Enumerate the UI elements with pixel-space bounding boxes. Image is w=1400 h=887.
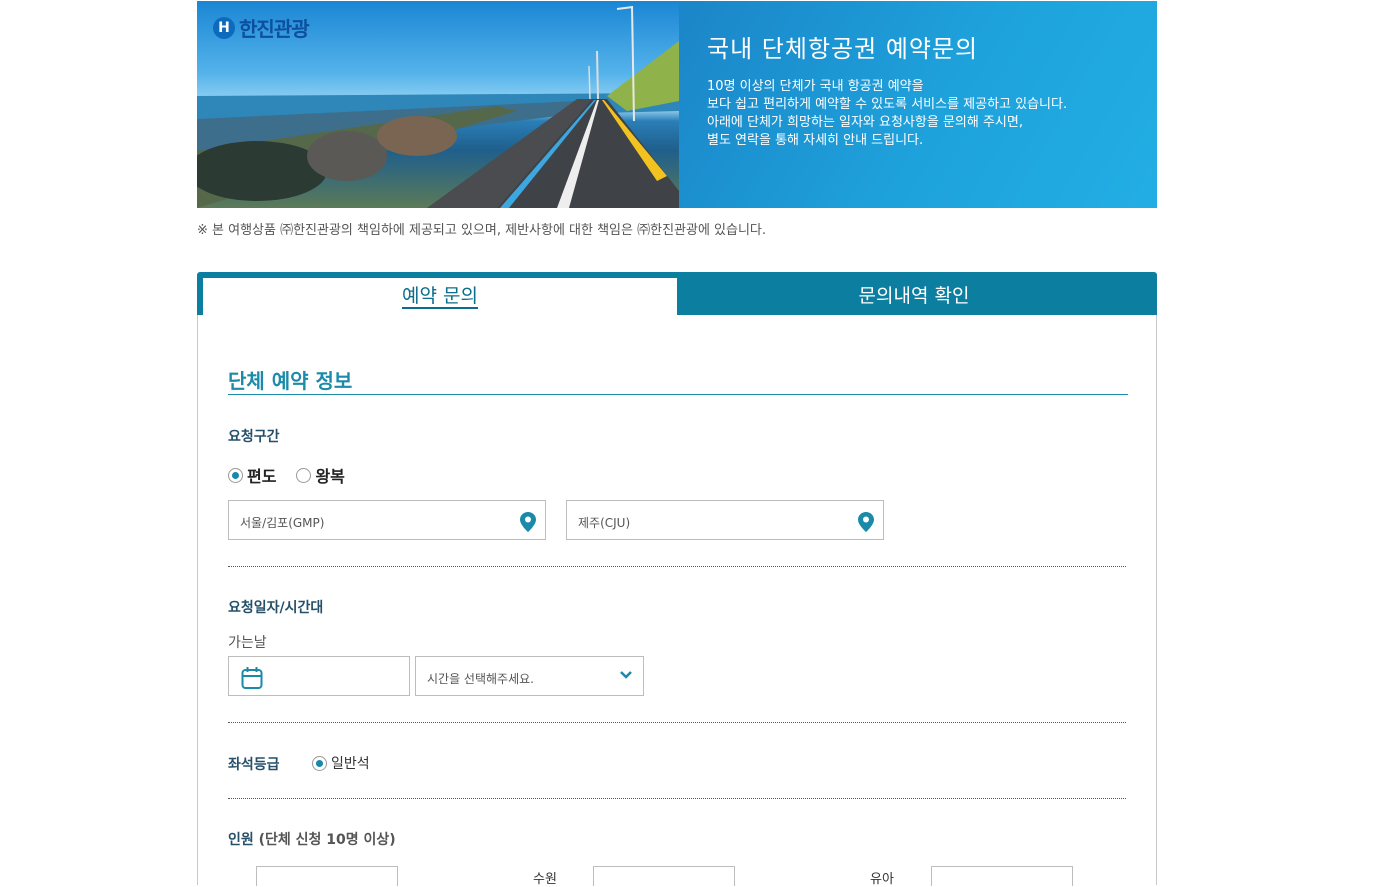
hero-banner: H 한진관광 국내 단체항공권 예약문의 10명 이상의 단체가 국내 항공권 … — [197, 1, 1157, 208]
map-pin-icon[interactable] — [858, 512, 874, 532]
oneway-label: 편도 — [247, 467, 277, 486]
coastal-road-image: H 한진관광 — [197, 1, 679, 208]
roundtrip-label: 왕복 — [315, 467, 345, 486]
banner-info-panel: 국내 단체항공권 예약문의 10명 이상의 단체가 국내 항공권 예약을 보다 … — [679, 1, 1157, 208]
dotted-divider — [228, 722, 1126, 723]
roundtrip-radio[interactable]: 왕복 — [296, 463, 345, 487]
radio-checked-icon — [228, 467, 243, 483]
date-label: 요청일자/시간대 — [228, 600, 324, 616]
departure-value: 서울/김포(GMP) — [240, 516, 325, 530]
section-divider — [228, 394, 1128, 395]
seat-option-label: 일반석 — [331, 756, 370, 772]
page-title: 국내 단체항공권 예약문의 — [707, 35, 979, 63]
oneway-radio[interactable]: 편도 — [228, 463, 276, 487]
time-select[interactable]: 시간을 선택해주세요. — [415, 656, 644, 696]
depart-day-label: 가는날 — [228, 635, 267, 651]
banner-desc-line: 별도 연락을 통해 자세히 안내 드립니다. — [707, 133, 924, 148]
seat-class-radio[interactable]: 일반석 — [312, 753, 370, 773]
time-placeholder: 시간을 선택해주세요. — [427, 672, 534, 686]
radio-unchecked-icon — [296, 467, 312, 483]
arrival-field[interactable]: 제주(CJU) — [566, 500, 884, 540]
trip-type-group: 편도 왕복 — [228, 463, 365, 487]
child-label: 수원 — [533, 872, 557, 887]
tab-label: 예약 문의 — [402, 285, 478, 309]
seat-label: 좌석등급 — [228, 757, 280, 773]
dotted-divider — [228, 566, 1126, 567]
radio-checked-icon — [312, 755, 327, 771]
date-input[interactable] — [228, 656, 410, 696]
people-label-text: 인원 — [228, 832, 254, 848]
banner-description: 10명 이상의 단체가 국내 항공권 예약을 보다 쉽고 편리하게 예약할 수 … — [707, 78, 1137, 150]
tab-reservation-inquiry[interactable]: 예약 문의 — [203, 278, 677, 315]
logo-text: 한진관광 — [239, 17, 310, 41]
people-note: (단체 신청 10명 이상) — [258, 832, 396, 848]
section-title: 단체 예약 정보 — [228, 369, 353, 393]
dotted-divider — [228, 798, 1126, 799]
map-pin-icon[interactable] — [520, 512, 536, 532]
banner-desc-line: 10명 이상의 단체가 국내 항공권 예약을 — [707, 79, 924, 94]
tab-inquiry-history[interactable]: 문의내역 확인 — [677, 278, 1151, 315]
banner-desc-line: 보다 쉽고 편리하게 예약할 수 있도록 서비스를 제공하고 있습니다. — [707, 97, 1068, 112]
infant-count-input[interactable] — [931, 866, 1073, 886]
route-label: 요청구간 — [228, 429, 280, 445]
responsibility-notice: ※ 본 여행상품 ㈜한진관광의 책임하에 제공되고 있으며, 제반사항에 대한 … — [197, 223, 767, 238]
tab-bar: 예약 문의 문의내역 확인 — [197, 272, 1157, 315]
adult-count-input[interactable] — [256, 866, 398, 886]
calendar-icon[interactable] — [241, 666, 263, 690]
arrival-value: 제주(CJU) — [578, 516, 631, 530]
reservation-form: 단체 예약 정보 요청구간 편도 왕복 서울/김포(GMP) 제주(CJU) 요… — [197, 315, 1157, 887]
child-count-input[interactable] — [593, 866, 735, 886]
logo-h-icon: H — [213, 16, 235, 39]
departure-field[interactable]: 서울/김포(GMP) — [228, 500, 546, 540]
company-logo[interactable]: H 한진관광 — [213, 13, 310, 42]
people-label: 인원 (단체 신청 10명 이상) — [228, 829, 396, 849]
chevron-down-icon — [620, 671, 632, 679]
banner-desc-line: 아래에 단체가 희망하는 일자와 요청사항을 문의해 주시면, — [707, 115, 1023, 130]
infant-label: 유아 — [870, 872, 894, 887]
